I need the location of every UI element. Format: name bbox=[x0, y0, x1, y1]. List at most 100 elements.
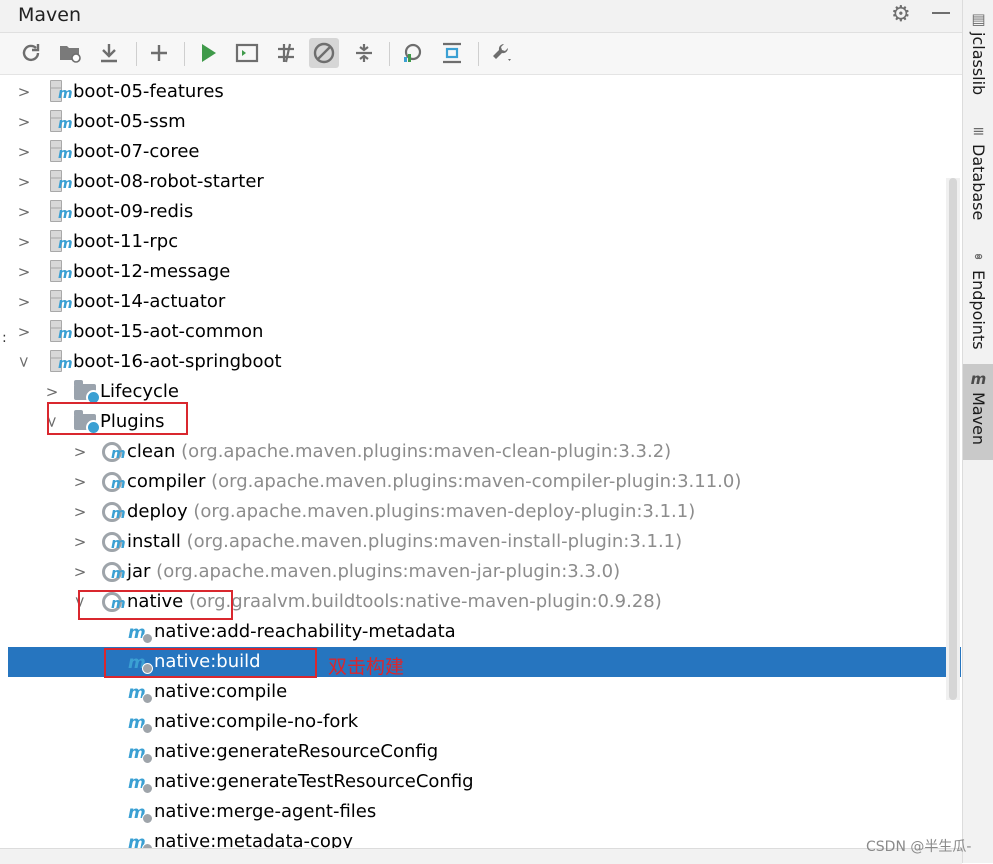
scrollbar-thumb[interactable] bbox=[949, 178, 957, 700]
tree-row-project[interactable]: > m boot-11-rpc bbox=[8, 227, 961, 257]
goal-label: native:compile bbox=[154, 681, 288, 702]
chevron-right-icon[interactable]: > bbox=[72, 467, 88, 497]
tree-row-goal[interactable]: m native:merge-agent-files bbox=[8, 797, 961, 827]
plugin-label: install bbox=[127, 531, 181, 552]
analyze-dependencies-icon[interactable] bbox=[397, 38, 427, 68]
tab-label: Database bbox=[969, 144, 988, 221]
maven-goal-icon: m bbox=[128, 684, 153, 704]
goal-label: native:compile-no-fork bbox=[154, 711, 359, 732]
settings-wrench-icon[interactable] bbox=[487, 38, 517, 68]
maven-project-tree: > m boot-05-features > m boot-05-ssm > m… bbox=[8, 77, 961, 863]
chevron-down-icon[interactable]: > bbox=[9, 354, 39, 370]
tree-row-project-expanded[interactable]: > m boot-16-aot-springboot bbox=[8, 347, 961, 377]
watermark: CSDN @半生瓜- bbox=[866, 839, 972, 855]
project-label: boot-05-features bbox=[73, 81, 224, 102]
maven-goal-icon: m bbox=[128, 714, 153, 734]
gear-icon[interactable]: ⚙ bbox=[891, 2, 911, 27]
tree-row-goal[interactable]: m native:compile-no-fork bbox=[8, 707, 961, 737]
plugin-coordinates: (org.apache.maven.plugins:maven-install-… bbox=[186, 531, 683, 552]
highlight-box-plugins bbox=[47, 402, 188, 435]
run-icon[interactable] bbox=[193, 38, 223, 68]
chevron-right-icon[interactable]: > bbox=[16, 77, 32, 107]
project-label: boot-14-actuator bbox=[73, 291, 226, 312]
maven-goal-icon: m bbox=[128, 804, 153, 824]
chevron-right-icon[interactable]: > bbox=[72, 527, 88, 557]
goal-label: native:merge-agent-files bbox=[154, 801, 377, 822]
tree-row-goal[interactable]: m native:generateResourceConfig bbox=[8, 737, 961, 767]
project-label: boot-05-ssm bbox=[73, 111, 186, 132]
endpoints-icon: ⚭ bbox=[972, 248, 985, 266]
project-label: boot-11-rpc bbox=[73, 231, 179, 252]
tree-row-project[interactable]: > m boot-09-redis bbox=[8, 197, 961, 227]
tab-database[interactable]: ≡ Database bbox=[963, 116, 993, 226]
reload-icon[interactable] bbox=[16, 38, 46, 68]
chevron-right-icon[interactable]: > bbox=[72, 497, 88, 527]
execute-goal-icon[interactable] bbox=[232, 38, 262, 68]
tree-row-plugin[interactable]: > m compiler (org.apache.maven.plugins:m… bbox=[8, 467, 961, 497]
tree-row-plugin[interactable]: > m clean (org.apache.maven.plugins:mave… bbox=[8, 437, 961, 467]
tree-row-plugin[interactable]: > m install (org.apache.maven.plugins:ma… bbox=[8, 527, 961, 557]
toolbar-separator bbox=[184, 42, 185, 66]
add-icon[interactable] bbox=[144, 38, 174, 68]
collapse-all-icon[interactable] bbox=[349, 38, 379, 68]
highlight-box-native-build bbox=[104, 648, 317, 678]
skip-tests-icon[interactable] bbox=[309, 38, 339, 68]
chevron-right-icon[interactable]: > bbox=[16, 107, 32, 137]
tool-window-title: Maven bbox=[18, 4, 82, 26]
plugin-label: jar bbox=[127, 561, 151, 582]
tab-label: jclasslib bbox=[969, 32, 988, 96]
goal-label: native:add-reachability-metadata bbox=[154, 621, 456, 642]
toolbar-separator bbox=[478, 42, 479, 66]
project-label: boot-15-aot-common bbox=[73, 321, 264, 342]
chevron-right-icon[interactable]: > bbox=[16, 317, 32, 347]
tree-row-project[interactable]: > m boot-05-ssm bbox=[8, 107, 961, 137]
annotation-text: 双击构建 bbox=[328, 656, 405, 678]
chevron-right-icon[interactable]: > bbox=[16, 167, 32, 197]
tree-row-goal[interactable]: m native:compile bbox=[8, 677, 961, 707]
tree-row-plugin[interactable]: > m deploy (org.apache.maven.plugins:mav… bbox=[8, 497, 961, 527]
toolbar-separator bbox=[136, 42, 137, 66]
tab-jclasslib[interactable]: ▤ jclasslib bbox=[963, 4, 993, 104]
tab-endpoints[interactable]: ⚭ Endpoints bbox=[963, 242, 993, 354]
maven-toolbar bbox=[0, 33, 962, 75]
tree-row-goal[interactable]: m native:generateTestResourceConfig bbox=[8, 767, 961, 797]
maven-goal-icon: m bbox=[128, 744, 153, 764]
maven-goal-icon: m bbox=[128, 624, 153, 644]
minimize-icon[interactable] bbox=[932, 12, 950, 14]
tab-label: Maven bbox=[969, 392, 988, 446]
generate-sources-icon[interactable] bbox=[55, 38, 85, 68]
tree-row-project[interactable]: > m boot-15-aot-common bbox=[8, 317, 961, 347]
jclasslib-icon: ▤ bbox=[971, 10, 986, 28]
tree-row-project[interactable]: > m boot-08-robot-starter bbox=[8, 167, 961, 197]
highlight-box-native bbox=[78, 590, 233, 620]
tab-label: Endpoints bbox=[969, 270, 988, 350]
tree-row-project[interactable]: > m boot-05-features bbox=[8, 77, 961, 107]
chevron-right-icon[interactable]: > bbox=[16, 227, 32, 257]
project-label: boot-08-robot-starter bbox=[73, 171, 264, 192]
chevron-right-icon[interactable]: > bbox=[16, 137, 32, 167]
chevron-right-icon[interactable]: > bbox=[72, 557, 88, 587]
chevron-right-icon[interactable]: > bbox=[72, 437, 88, 467]
edge-marker: : bbox=[2, 330, 7, 346]
tree-row-project[interactable]: > m boot-14-actuator bbox=[8, 287, 961, 317]
plugin-coordinates: (org.graalvm.buildtools:native-maven-plu… bbox=[188, 591, 662, 612]
right-tool-stripe: ▤ jclasslib ≡ Database ⚭ Endpoints m Mav… bbox=[962, 0, 993, 863]
plugin-label: clean bbox=[127, 441, 176, 462]
tree-row-goal[interactable]: m native:add-reachability-metadata bbox=[8, 617, 961, 647]
plugin-label: deploy bbox=[127, 501, 188, 522]
show-diagram-icon[interactable] bbox=[437, 38, 467, 68]
toggle-offline-icon[interactable] bbox=[271, 38, 301, 68]
toolbar-separator bbox=[389, 42, 390, 66]
maven-goal-icon: m bbox=[128, 774, 153, 794]
chevron-right-icon[interactable]: > bbox=[16, 287, 32, 317]
chevron-right-icon[interactable]: > bbox=[16, 197, 32, 227]
maven-icon: m bbox=[970, 370, 987, 388]
tree-row-project[interactable]: > m boot-07-coree bbox=[8, 137, 961, 167]
download-icon[interactable] bbox=[94, 38, 124, 68]
chevron-right-icon[interactable]: > bbox=[16, 257, 32, 287]
goal-label: native:generateResourceConfig bbox=[154, 741, 439, 762]
project-label: boot-07-coree bbox=[73, 141, 200, 162]
tab-maven[interactable]: m Maven bbox=[963, 364, 993, 460]
tree-row-plugin[interactable]: > m jar (org.apache.maven.plugins:maven-… bbox=[8, 557, 961, 587]
tree-row-project[interactable]: > m boot-12-message bbox=[8, 257, 961, 287]
